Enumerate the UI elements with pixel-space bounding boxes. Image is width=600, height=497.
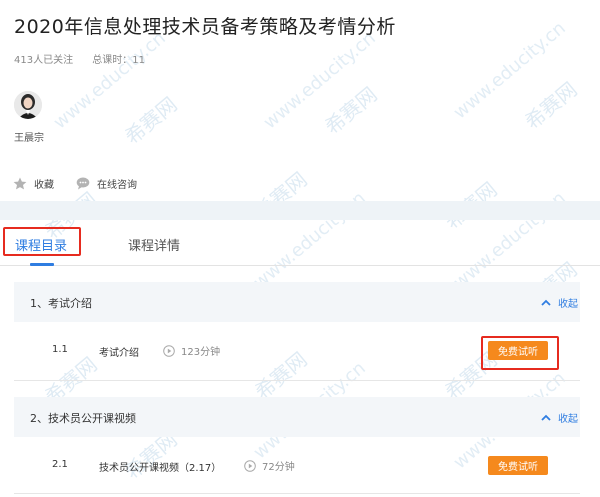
watermark-brand: 希赛网 — [320, 82, 382, 140]
favorite-label: 收藏 — [34, 180, 54, 191]
collapse-toggle[interactable]: 收起 — [541, 410, 578, 425]
collapse-label: 收起 — [558, 414, 578, 425]
lesson-title: 考试介绍 — [99, 348, 139, 359]
followers-count: 413人已关注 — [14, 55, 74, 66]
duration-value: 123分钟 — [181, 347, 221, 358]
lesson-number: 2.1 — [52, 459, 68, 470]
course-actions: 收藏 在线咨询 — [13, 176, 137, 191]
favorite-button[interactable]: 收藏 — [13, 176, 54, 191]
play-icon — [163, 344, 175, 357]
watermark-text: www.educity.cn — [49, 27, 170, 134]
lesson-row[interactable]: 1.1 考试介绍 123分钟 免费试听 — [14, 334, 580, 368]
free-trial-button[interactable]: 免费试听 — [488, 341, 548, 360]
duration-value: 72分钟 — [262, 462, 295, 473]
collapse-toggle[interactable]: 收起 — [541, 295, 578, 310]
watermark-brand: 希赛网 — [520, 77, 582, 135]
consult-label: 在线咨询 — [97, 180, 137, 191]
chapter-header[interactable]: 1、考试介绍 收起 — [14, 282, 580, 322]
watermark-brand: 希赛网 — [120, 92, 182, 150]
avatar-image — [14, 91, 42, 119]
row-divider — [14, 493, 580, 494]
teacher-name: 王晨宗 — [14, 133, 44, 144]
lesson-duration: 72分钟 — [244, 458, 295, 473]
free-trial-button[interactable]: 免费试听 — [488, 456, 548, 475]
collapse-label: 收起 — [558, 299, 578, 310]
lesson-title: 技术员公开课视频（2.17） — [99, 463, 222, 474]
teacher-avatar[interactable] — [14, 91, 42, 119]
chat-icon — [76, 177, 90, 190]
active-tab-indicator — [30, 263, 54, 266]
section-divider — [0, 201, 600, 220]
lesson-number: 1.1 — [52, 344, 68, 355]
tab-course-details[interactable]: 课程详情 — [128, 235, 180, 254]
watermark-text: www.educity.cn — [259, 27, 380, 134]
watermark-text: www.educity.cn — [449, 17, 570, 124]
star-icon — [13, 177, 27, 190]
row-divider — [14, 380, 580, 381]
consult-button[interactable]: 在线咨询 — [76, 176, 137, 191]
tab-course-catalog[interactable]: 课程目录 — [15, 235, 67, 254]
chapter-header[interactable]: 2、技术员公开课视频 收起 — [14, 397, 580, 437]
chevron-up-icon — [541, 414, 551, 421]
lesson-row[interactable]: 2.1 技术员公开课视频（2.17） 72分钟 免费试听 — [14, 449, 580, 483]
play-icon — [244, 459, 256, 472]
course-meta: 413人已关注 总课时：11 — [14, 51, 145, 66]
tab-bar: 课程目录 课程详情 — [0, 220, 600, 266]
lesson-duration: 123分钟 — [163, 343, 220, 358]
chapter-title: 1、考试介绍 — [30, 297, 92, 310]
course-title: 2020年信息处理技术员备考策略及考情分析 — [14, 16, 396, 38]
total-lessons: 总课时：11 — [92, 55, 146, 66]
chevron-up-icon — [541, 299, 551, 306]
chapter-title: 2、技术员公开课视频 — [30, 412, 136, 425]
